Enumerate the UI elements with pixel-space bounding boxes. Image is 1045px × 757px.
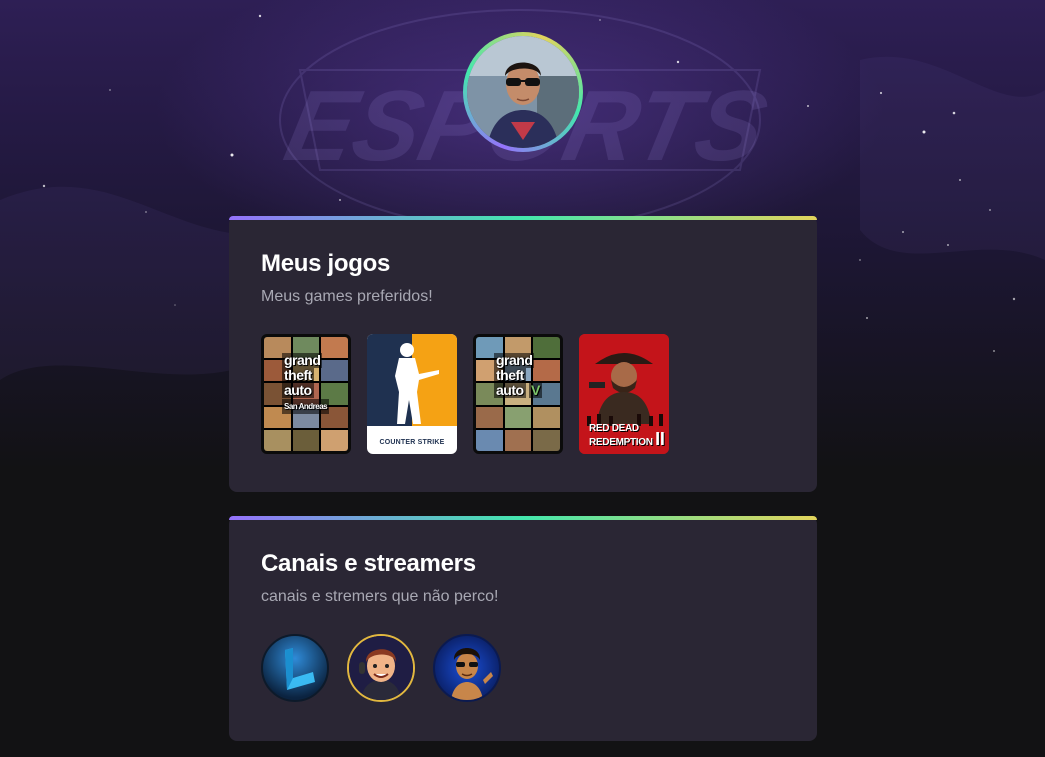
streamers-subtitle: canais e stremers que não perco! <box>261 588 499 605</box>
games-subtitle: Meus games preferidos! <box>261 288 433 305</box>
streamers-title: Canais e streamers <box>261 550 476 577</box>
profile-avatar-ring <box>463 32 583 152</box>
gta-v-logo: grand theft auto V <box>494 352 542 398</box>
game-counter-strike[interactable]: COUNTER STRIKE <box>367 334 457 454</box>
streamer-avatar-1[interactable] <box>261 634 329 702</box>
streamers-list <box>261 634 785 702</box>
streamer-cartoon-icon <box>349 636 413 700</box>
games-card: Meus jogos Meus games preferidos! grand … <box>229 216 817 492</box>
streamers-card: Canais e streamers canais e stremers que… <box>229 516 817 741</box>
cs-soldier-icon <box>395 343 439 424</box>
streamer-avatar-2[interactable] <box>347 634 415 702</box>
streamer-avatar-3[interactable] <box>433 634 501 702</box>
channel-logo-icon <box>285 648 315 690</box>
gta-sa-logo: grand theft auto San Andreas <box>282 353 332 414</box>
game-gta-san-andreas[interactable]: grand theft auto San Andreas <box>261 334 351 454</box>
cs-logo-text: COUNTER STRIKE <box>379 439 445 446</box>
rdr2-logo: RED DEAD REDEMPTION II <box>589 423 665 449</box>
streamer-cartoon-icon <box>451 648 493 700</box>
profile-photo <box>467 36 579 148</box>
games-title: Meus jogos <box>261 250 391 277</box>
games-list: grand theft auto San Andreas COUNTER STR… <box>261 334 785 454</box>
game-gta-v[interactable]: grand theft auto V <box>473 334 563 454</box>
game-red-dead-redemption-2[interactable]: RED DEAD REDEMPTION II <box>579 334 669 454</box>
profile-avatar <box>467 36 579 148</box>
